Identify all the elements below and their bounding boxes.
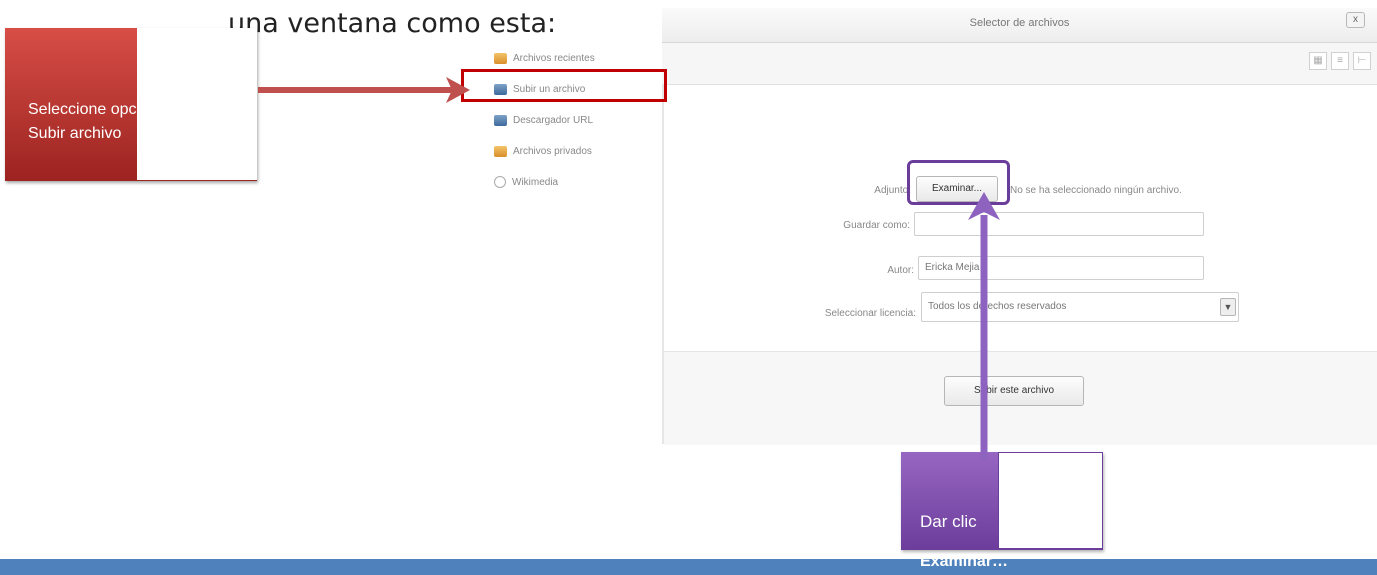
sidebar-item-url-download[interactable]: Descargador URL bbox=[494, 110, 593, 130]
view-switcher: ▦ ≡ ⊢ bbox=[1309, 52, 1371, 70]
sidebar-item-label: Archivos privados bbox=[513, 145, 592, 157]
chevron-down-icon[interactable]: ▼ bbox=[1220, 298, 1236, 316]
save-as-label: Guardar como: bbox=[843, 220, 910, 231]
save-as-field[interactable] bbox=[914, 212, 1204, 236]
license-selected-value: Todos los derechos reservados bbox=[928, 301, 1067, 312]
tree-view-icon[interactable]: ⊢ bbox=[1353, 52, 1371, 70]
attach-label: Adjunto: bbox=[874, 185, 911, 196]
form-footer: Subir este archivo bbox=[664, 351, 1377, 445]
no-file-text: No se ha seleccionado ningún archivo. bbox=[1010, 185, 1182, 196]
callout-click-browse: Dar clic bbox=[901, 452, 1103, 550]
sidebar-item-private[interactable]: Archivos privados bbox=[494, 141, 592, 161]
slide-heading: una ventana como esta: bbox=[228, 8, 557, 39]
window-titlebar: Selector de archivos x bbox=[662, 8, 1377, 43]
wikimedia-icon bbox=[494, 176, 506, 188]
folder-icon bbox=[494, 145, 507, 157]
close-button[interactable]: x bbox=[1346, 12, 1365, 28]
license-select[interactable]: Todos los derechos reservados bbox=[921, 292, 1239, 322]
sidebar-item-label: Wikimedia bbox=[512, 176, 559, 188]
sidebar-item-label: Descargador URL bbox=[513, 114, 594, 126]
author-field[interactable]: Ericka Mejia bbox=[918, 256, 1204, 280]
callout-red-white-panel bbox=[137, 28, 257, 180]
list-view-icon[interactable]: ≡ bbox=[1331, 52, 1349, 70]
callout-purple-text-line1: Dar clic bbox=[920, 512, 977, 531]
slide-bottom-band bbox=[0, 559, 1377, 575]
download-icon bbox=[494, 114, 507, 126]
author-label: Autor: bbox=[887, 265, 914, 276]
icon-view-icon[interactable]: ▦ bbox=[1309, 52, 1327, 70]
window-title: Selector de archivos bbox=[969, 17, 1070, 29]
browse-button-highlight bbox=[907, 160, 1010, 205]
sidebar-item-recent[interactable]: Archivos recientes bbox=[494, 48, 595, 68]
toolbar: ▦ ≡ ⊢ bbox=[662, 43, 1377, 85]
sidebar-item-label: Archivos recientes bbox=[513, 52, 595, 64]
callout-select-upload: Seleccione opción Subir archivo bbox=[5, 28, 257, 181]
red-arrow bbox=[258, 77, 470, 103]
upload-file-button[interactable]: Subir este archivo bbox=[944, 376, 1084, 406]
folder-icon bbox=[494, 52, 507, 64]
sidebar-item-wikimedia[interactable]: Wikimedia bbox=[494, 172, 558, 192]
callout-purple-white-panel bbox=[998, 452, 1103, 549]
license-label: Seleccionar licencia: bbox=[824, 308, 916, 319]
upload-option-highlight bbox=[461, 69, 667, 102]
callout-purple-text-line2: Examinar… bbox=[920, 553, 1009, 570]
